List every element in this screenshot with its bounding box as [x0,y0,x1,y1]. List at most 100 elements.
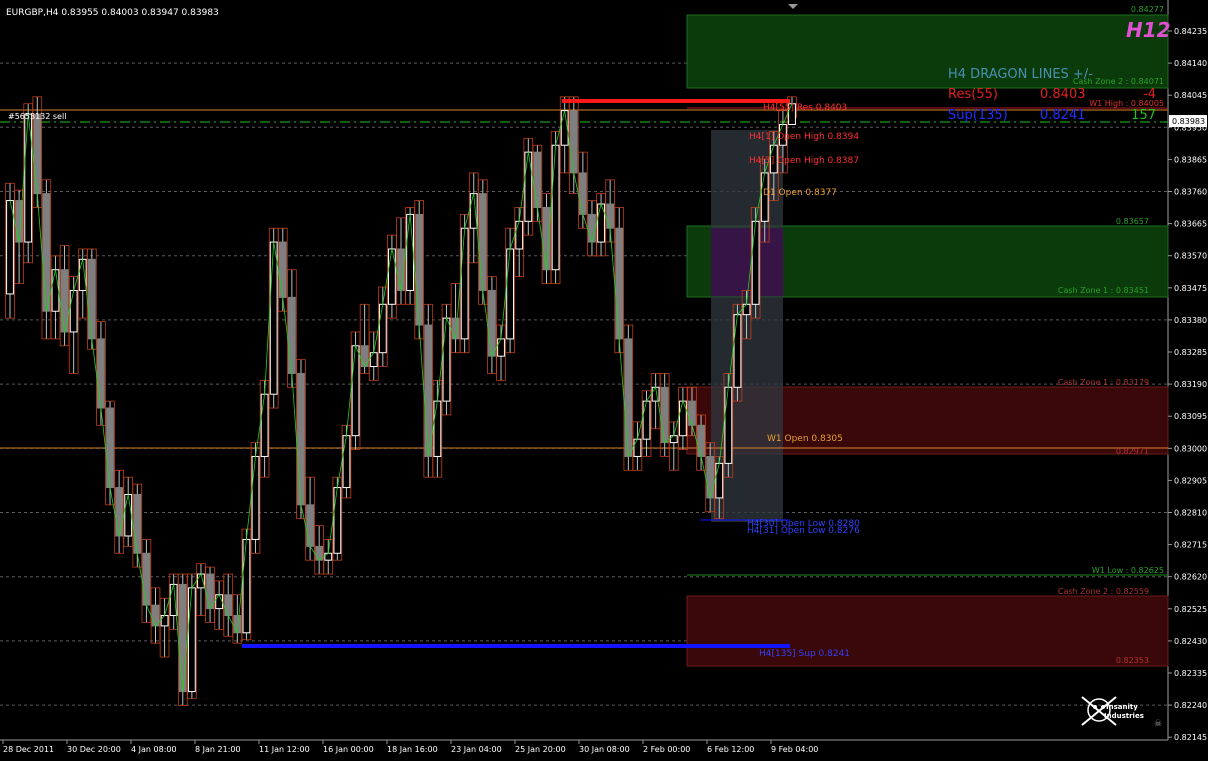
price-tick-label: 0.83865 [1174,155,1207,164]
price-tick-label: 0.83190 [1174,380,1207,389]
candle-bear [706,455,715,499]
timeframe-badge: H12 [1126,18,1171,42]
candle-bull [333,487,342,554]
candle-bull [342,435,351,489]
candle-bear [297,372,305,506]
candle-bull [497,338,505,357]
price-tick-label: 0.83760 [1174,188,1207,197]
candle-bull [78,258,87,291]
time-axis: 28 Dec 2011 30 Dec 20:00 4 Jan 08:00 8 Jan … [2,740,818,754]
candle-bear [306,504,314,547]
time-tick-label: 11 Jan 12:00 [259,745,310,754]
candle-bear [42,193,51,312]
candle-bull [351,345,360,437]
panel-res-value: 0.8403 [1040,87,1086,102]
price-tick-label: 0.83570 [1174,252,1207,261]
time-tick-label: 4 Jan 08:00 [131,745,177,754]
candle-bear [133,493,142,554]
candle-bull [197,573,205,589]
candle-bull [378,303,387,354]
sup-line-label: H4[135] Sup 0.8241 [759,649,850,659]
zone-top-value: 0.84277 [1131,5,1164,14]
open-low-2-label: H4[31] Open Low 0.8276 [747,526,860,536]
current-price-value: 0.83983 [1172,117,1205,126]
candle-bull [242,538,251,634]
panel-sup-diff: 157 [1131,108,1156,123]
candle-bull [442,317,451,402]
order-label[interactable]: #5653132 sell [8,112,66,121]
time-tick-label: 25 Jan 20:00 [515,745,566,754]
candle-bull [369,352,378,368]
candle-bear [606,203,615,229]
red-bottom-value: 0.82353 [1116,656,1149,665]
time-tick-label: 2 Feb 00:00 [643,745,690,754]
price-tick-label: 0.84045 [1174,91,1207,100]
logo-line2: Industries [1104,712,1144,720]
candle-bear [87,258,96,340]
candle-bull [160,615,169,627]
cash-zone-2-lower-label: Cash Zone 2 : 0.82559 [1058,587,1149,596]
time-tick-label: 16 Jan 00:00 [323,745,374,754]
price-tick-label: 0.84235 [1174,27,1207,36]
time-tick-label: 6 Feb 12:00 [707,745,754,754]
price-tick-label: 0.83000 [1174,444,1207,453]
small-skull-icon: ☠ [1154,719,1162,729]
candle-bull [460,227,469,340]
candle-bear [224,594,233,617]
price-tick-label: 0.83380 [1174,316,1207,325]
price-tick-label: 0.82810 [1174,509,1207,518]
open-high-2-label: H4[3] Open High 0.8387 [749,156,859,166]
candle-bear [660,386,669,444]
candle-bull [733,314,742,388]
price-tick-label: 0.82905 [1174,476,1207,485]
candle-bull [551,144,560,271]
cash-zone-1-upper-label: Cash Zone 1 : 0.83451 [1058,286,1149,295]
candle-bear [424,324,433,457]
candle-bull [251,455,260,540]
time-tick-label: 28 Dec 2011 [3,745,54,754]
candle-bull [387,248,396,305]
price-tick-label: 0.83095 [1174,412,1207,421]
candle-bear [624,338,633,457]
price-tick-label: 0.83665 [1174,220,1207,229]
candle-bear [106,407,114,489]
panel-sup-label: Sup(135) [948,108,1008,123]
candle-bull [633,438,642,457]
panel-res-diff: -4 [1143,87,1156,102]
price-tick-label: 0.82620 [1174,573,1207,582]
candle-bear [615,227,624,340]
candle-bear [115,487,124,537]
price-tick-label: 0.82145 [1174,733,1207,742]
candle-bear [287,296,296,374]
candle-bear [578,172,587,215]
candle-bear [569,110,578,174]
price-tick-label: 0.83285 [1174,348,1207,357]
panel-sup-value: 0.8241 [1040,108,1086,123]
panel-title: H4 DRAGON LINES +/- [948,67,1093,82]
symbol-header: EURGBP,H4 0.83955 0.84003 0.83947 0.8398… [6,8,219,18]
candle-bear [697,424,705,457]
price-tick-label: 0.82240 [1174,701,1207,710]
candle-bear [142,552,151,606]
time-tick-label: 30 Dec 20:00 [67,745,121,754]
candle-bear [688,400,696,426]
candle-bear [415,213,424,326]
price-tick-label: 0.82525 [1174,605,1207,614]
candle-bull [524,151,533,222]
price-tick-label: 0.83475 [1174,284,1207,293]
time-tick-label: 23 Jan 04:00 [451,745,502,754]
candle-bear [178,583,187,693]
price-tick-label: 0.84140 [1174,59,1207,68]
time-tick-label: 18 Jan 16:00 [387,745,438,754]
candle-bear [533,151,542,208]
chart-window: H4[55] Res 0.8403 H4[1] Open High 0.8394… [0,0,1208,757]
candle-bull [324,552,333,561]
red-mid-value: 0.82971 [1116,447,1149,456]
candle-bull [6,200,14,295]
day-zone-box [711,228,783,296]
time-tick-label: 30 Jan 08:00 [579,745,630,754]
w1-open-label: W1 Open 0.8305 [767,434,843,444]
panel-res-label: Res(55) [948,87,998,102]
price-chart[interactable]: H4[55] Res 0.8403 H4[1] Open High 0.8394… [0,0,1208,757]
time-tick-label: 9 Feb 04:00 [771,745,818,754]
